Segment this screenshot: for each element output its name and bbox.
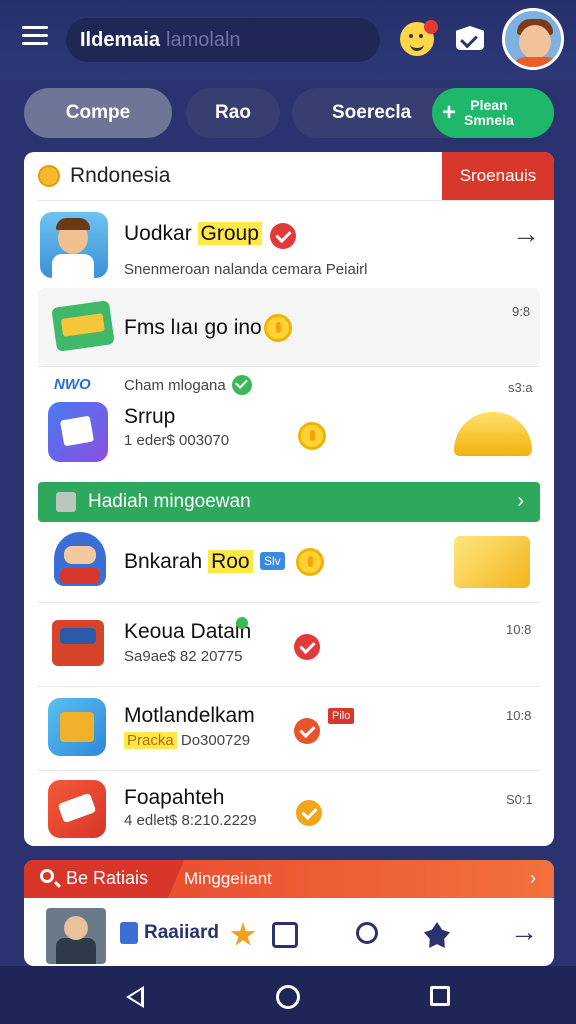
- search-placeholder: lamolaln: [166, 28, 241, 51]
- row-subtitle-text: Do300729: [180, 732, 251, 749]
- home-icon[interactable]: [276, 985, 300, 1009]
- check-icon: [294, 634, 320, 660]
- tab-compe[interactable]: Compe: [24, 88, 172, 138]
- star-icon[interactable]: [230, 922, 256, 946]
- panel-item-label: Raaiiard: [144, 922, 219, 944]
- recent-apps-icon[interactable]: [430, 986, 450, 1006]
- row-time: 10:8: [506, 622, 532, 637]
- key-icon[interactable]: [356, 922, 378, 944]
- divider: [38, 602, 540, 603]
- online-dot: [236, 617, 248, 629]
- reward-banner[interactable]: Hadiah mingoewan ›: [38, 482, 540, 522]
- row-title: Uodkar Group: [124, 222, 262, 246]
- check-icon: [296, 800, 322, 826]
- pracka-highlight: Pracka: [124, 732, 177, 749]
- row-subtitle: Sa9ae$ 82 20775: [124, 648, 243, 665]
- system-nav-bar: [0, 966, 576, 1024]
- gold-bars-icon: [454, 536, 530, 588]
- ticket-icon: [51, 300, 115, 352]
- panel-header[interactable]: Be Ratiais Minggeiıant ›: [24, 860, 554, 898]
- divider: [38, 366, 540, 367]
- document-icon: [120, 922, 138, 944]
- main-card: Rndonesia Sroenauis Uodkar Group Snenmer…: [24, 152, 554, 846]
- coin-icon: [38, 165, 60, 187]
- badge-icon[interactable]: [424, 922, 450, 948]
- roo-highlight: Roo: [208, 550, 253, 573]
- plean-button[interactable]: + Plean Smneia: [432, 88, 554, 138]
- row-title: Bnkarah Roo: [124, 550, 253, 574]
- check-icon: [270, 223, 296, 249]
- search-input[interactable]: Ildemaia lamolaln: [66, 18, 380, 62]
- search-text: Ildemaia: [80, 28, 161, 51]
- sofa-icon: [52, 620, 104, 666]
- card-title: Rndonesia: [70, 164, 171, 187]
- tab-soerecla-label: Soerecla: [332, 102, 412, 123]
- status-badge: Slv: [260, 552, 285, 570]
- card-header: Rndonesia Sroenauis: [24, 152, 554, 200]
- menu-icon[interactable]: [22, 26, 48, 46]
- tab-rao[interactable]: Rao: [186, 88, 280, 138]
- bottom-panel: Be Ratiais Minggeiıant › Raaiiard →: [24, 860, 554, 966]
- divider: [38, 200, 540, 201]
- checkbox-icon[interactable]: [272, 922, 298, 948]
- plus-icon: +: [442, 99, 457, 126]
- top-bar: Ildemaia lamolaln: [0, 0, 576, 80]
- brand-logo: NWO: [54, 376, 91, 393]
- panel-left-label: Be Ratiais: [66, 868, 149, 888]
- plean-label-1: Plean: [470, 97, 508, 113]
- divider: [38, 686, 540, 687]
- row-title-text: Uodkar: [124, 222, 192, 245]
- row-subtitle: Snenmeroan nalanda cemara Peiairl: [124, 261, 368, 278]
- check-icon: [232, 375, 252, 395]
- mail-check-icon[interactable]: [456, 26, 484, 50]
- tab-bar: Compe Rao Soerecla + Plean Smneia: [24, 88, 554, 138]
- divider: [38, 770, 540, 771]
- row-subtitle: 4 edlet$ 8:210.2229: [124, 812, 257, 829]
- fire-icon: [294, 718, 320, 744]
- thumbnail-image[interactable]: [46, 908, 106, 964]
- panel-right-label: Minggeiıant: [184, 869, 272, 888]
- reward-banner-label: Hadiah mingoewan: [88, 491, 251, 512]
- app-icon-motlandelkam: [48, 698, 106, 756]
- coin-icon: [264, 314, 292, 342]
- panel-item[interactable]: Raaiiard: [120, 922, 219, 944]
- row-title: Foapahteh: [124, 786, 225, 809]
- card-action-button[interactable]: Sroenauis: [442, 152, 554, 200]
- gold-coins-icon: [454, 412, 532, 456]
- app-icon-uodkar: [40, 212, 108, 278]
- arrow-right-icon[interactable]: →: [510, 916, 538, 948]
- emoji-notification-icon[interactable]: [400, 20, 438, 56]
- app-icon-foapahteh: [48, 780, 106, 838]
- group-highlight: Group: [197, 222, 262, 245]
- row-subtitle: 1 eder$ 003070: [124, 432, 230, 449]
- row-subtitle: Pracka Do300729: [124, 732, 250, 749]
- robot-icon: [54, 532, 106, 586]
- coin-icon: [298, 422, 326, 450]
- row-title-text: Bnkarah: [124, 550, 203, 573]
- search-icon: [40, 869, 54, 883]
- chevron-right-icon: ›: [517, 490, 524, 512]
- status-tag: Pilo: [328, 708, 355, 724]
- gift-box-icon: [56, 492, 76, 512]
- row-time: S0:1: [506, 792, 533, 807]
- back-icon[interactable]: [126, 986, 144, 1008]
- plean-label-2: Smneia: [464, 112, 514, 128]
- arrow-right-icon[interactable]: →: [512, 218, 540, 250]
- row-title: Motlandelkam: [124, 704, 255, 727]
- row-caption: Cham mlogana: [124, 377, 226, 394]
- chevron-right-icon: ›: [530, 868, 536, 888]
- row-time: 10:8: [506, 708, 532, 723]
- row-title: Srrup: [124, 405, 176, 428]
- row-time: s3:a: [508, 380, 533, 395]
- row-time: 9:8: [512, 304, 531, 319]
- row-title: Keoua Dataln: [124, 620, 252, 643]
- row-title: Fms lıaı go ino: [124, 316, 262, 339]
- app-icon-srrup: [48, 402, 108, 462]
- coin-icon: [296, 548, 324, 576]
- avatar[interactable]: [502, 8, 564, 70]
